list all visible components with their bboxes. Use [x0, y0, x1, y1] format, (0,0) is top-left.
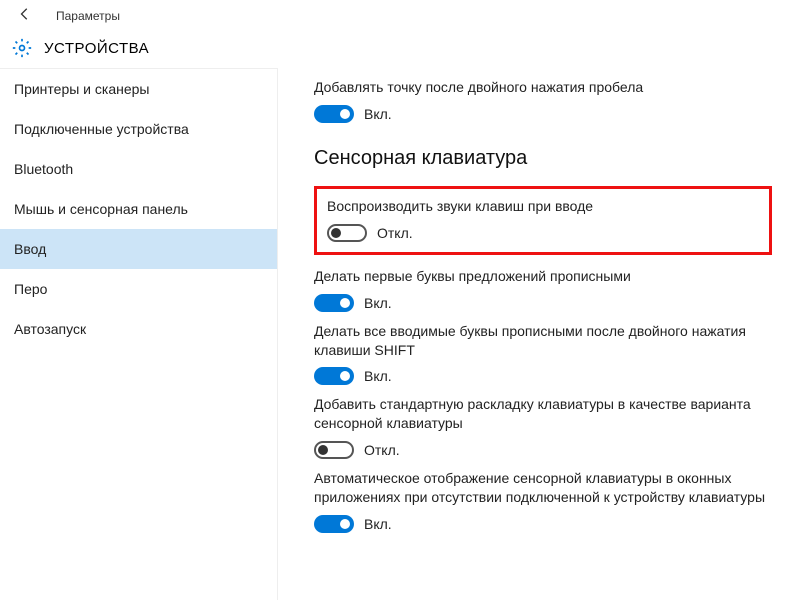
sidebar-item-label: Принтеры и сканеры: [14, 81, 149, 97]
gear-icon: [12, 38, 32, 58]
header: УСТРОЙСТВА: [0, 32, 800, 68]
sidebar-item-connected-devices[interactable]: Подключенные устройства: [0, 109, 277, 149]
sidebar: Принтеры и сканеры Подключенные устройст…: [0, 68, 278, 600]
sidebar-item-label: Подключенные устройства: [14, 121, 189, 137]
content-area: Добавлять точку после двойного нажатия п…: [278, 68, 800, 600]
section-heading-touch-keyboard: Сенсорная клавиатура: [314, 147, 772, 170]
setting-add-period: Добавлять точку после двойного нажатия п…: [314, 78, 772, 123]
highlighted-setting: Воспроизводить звуки клавиш при вводе От…: [314, 186, 772, 255]
toggle-add-period[interactable]: [314, 105, 354, 123]
window-title: Параметры: [56, 9, 120, 23]
setting-label: Делать все вводимые буквы прописными пос…: [314, 322, 772, 360]
setting-label: Делать первые буквы предложений прописны…: [314, 267, 772, 286]
setting-capitalize-first: Делать первые буквы предложений прописны…: [314, 267, 772, 312]
toggle-state-label: Откл.: [377, 225, 413, 241]
toggle-standard-layout[interactable]: [314, 441, 354, 459]
arrow-left-icon: [18, 7, 32, 21]
setting-label: Автоматическое отображение сенсорной кла…: [314, 469, 772, 507]
sidebar-item-printers[interactable]: Принтеры и сканеры: [0, 69, 277, 109]
toggle-auto-show-keyboard[interactable]: [314, 515, 354, 533]
toggle-key-sounds[interactable]: [327, 224, 367, 242]
toggle-state-label: Откл.: [364, 442, 400, 458]
sidebar-item-label: Автозапуск: [14, 321, 86, 337]
toggle-state-label: Вкл.: [364, 368, 392, 384]
sidebar-item-label: Мышь и сенсорная панель: [14, 201, 188, 217]
toggle-all-caps-shift[interactable]: [314, 367, 354, 385]
toggle-state-label: Вкл.: [364, 516, 392, 532]
sidebar-item-label: Ввод: [14, 241, 46, 257]
sidebar-item-typing[interactable]: Ввод: [0, 229, 277, 269]
sidebar-item-label: Перо: [14, 281, 47, 297]
toggle-state-label: Вкл.: [364, 295, 392, 311]
setting-label: Добавить стандартную раскладку клавиатур…: [314, 395, 772, 433]
setting-label: Воспроизводить звуки клавиш при вводе: [327, 197, 759, 216]
sidebar-item-label: Bluetooth: [14, 161, 73, 177]
titlebar: Параметры: [0, 0, 800, 32]
setting-all-caps-shift: Делать все вводимые буквы прописными пос…: [314, 322, 772, 386]
toggle-capitalize-first[interactable]: [314, 294, 354, 312]
back-button[interactable]: [12, 3, 38, 30]
sidebar-item-autoplay[interactable]: Автозапуск: [0, 309, 277, 349]
sidebar-item-pen[interactable]: Перо: [0, 269, 277, 309]
page-title: УСТРОЙСТВА: [44, 40, 149, 57]
setting-auto-show-keyboard: Автоматическое отображение сенсорной кла…: [314, 469, 772, 533]
sidebar-item-mouse-touchpad[interactable]: Мышь и сенсорная панель: [0, 189, 277, 229]
toggle-state-label: Вкл.: [364, 106, 392, 122]
setting-standard-layout: Добавить стандартную раскладку клавиатур…: [314, 395, 772, 459]
sidebar-item-bluetooth[interactable]: Bluetooth: [0, 149, 277, 189]
setting-label: Добавлять точку после двойного нажатия п…: [314, 78, 772, 97]
